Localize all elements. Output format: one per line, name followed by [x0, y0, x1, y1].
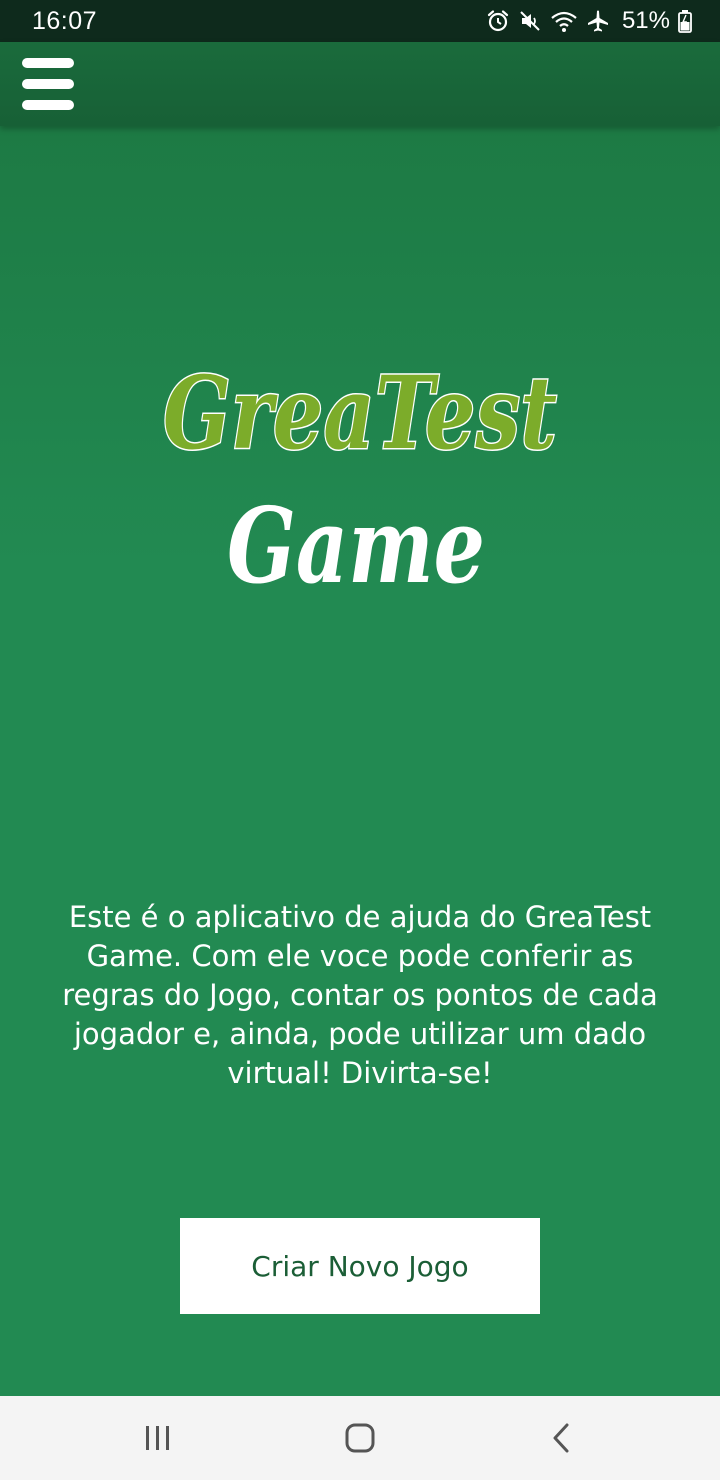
battery-percentage: 51% [621, 7, 670, 34]
battery-icon [678, 9, 692, 33]
screen: 16:07 51% GreaTest Game Este é o aplicat… [0, 0, 720, 1480]
menu-bar-line [22, 58, 74, 68]
greatest-game-logo: GreaTest Game [140, 330, 580, 630]
back-icon[interactable] [534, 1410, 590, 1466]
app-description: Este é o aplicativo de ajuda do GreaTest… [62, 900, 658, 1090]
hamburger-menu-icon[interactable] [22, 58, 78, 110]
menu-bar-line [22, 100, 74, 110]
airplane-icon [586, 9, 610, 33]
mute-icon [518, 9, 542, 33]
status-bar: 16:07 51% [0, 0, 720, 42]
system-nav-bar [0, 1396, 720, 1480]
logo-line-game: Game [227, 484, 485, 607]
create-new-game-button[interactable]: Criar Novo Jogo [180, 1218, 540, 1314]
recent-apps-icon[interactable] [130, 1410, 186, 1466]
logo-line-greatest: GreaTest [163, 354, 557, 472]
alarm-icon [486, 9, 510, 33]
wifi-icon [550, 9, 578, 33]
status-time: 16:07 [32, 6, 98, 35]
home-icon[interactable] [332, 1410, 388, 1466]
app-bar [0, 42, 720, 126]
main-content [0, 126, 720, 1396]
status-icons: 51% [486, 7, 692, 35]
menu-bar-line [22, 79, 74, 89]
